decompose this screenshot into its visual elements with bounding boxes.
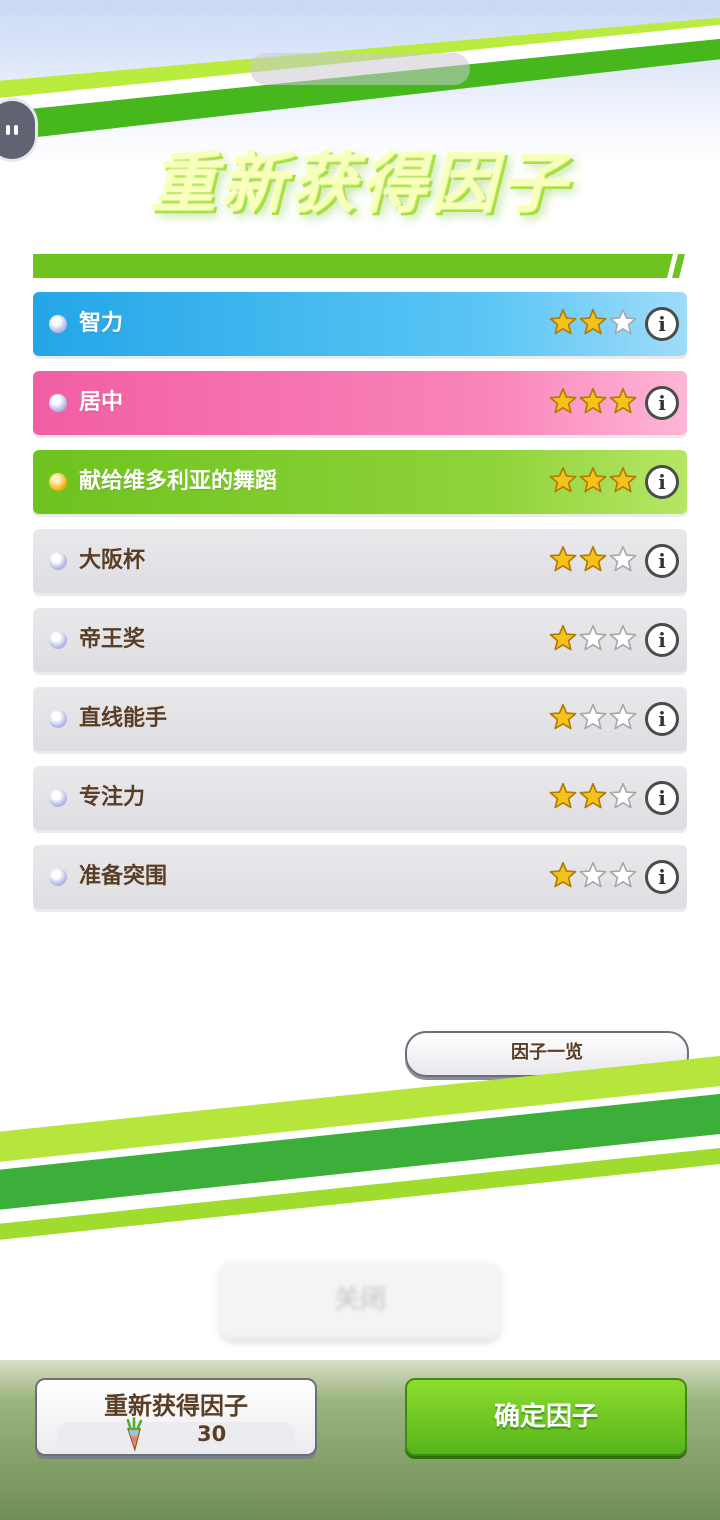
factor-name: 献给维多利亚的舞蹈 <box>79 469 278 494</box>
factor-row[interactable]: 准备突围 i <box>33 845 687 909</box>
factor-star-rating <box>549 624 637 654</box>
star-icon <box>609 782 637 809</box>
star-icon <box>579 782 607 809</box>
factor-name: 准备突围 <box>79 864 168 889</box>
factor-name: 专注力 <box>79 785 146 810</box>
info-icon[interactable]: i <box>645 386 679 420</box>
cost-bar <box>57 1422 295 1446</box>
factor-star-rating <box>549 466 637 496</box>
star-icon <box>549 624 577 651</box>
star-icon <box>609 466 637 493</box>
info-icon[interactable]: i <box>645 544 679 578</box>
info-icon[interactable]: i <box>645 702 679 736</box>
regain-button-label: 重新获得因子 <box>104 1392 248 1420</box>
factor-name: 智力 <box>79 311 124 336</box>
info-icon[interactable]: i <box>645 781 679 815</box>
factor-row[interactable]: 专注力 i <box>33 766 687 830</box>
factor-name: 大阪杯 <box>79 548 146 573</box>
star-icon <box>609 545 637 572</box>
factor-star-rating <box>549 782 637 812</box>
factor-star-rating <box>549 308 637 338</box>
regain-factor-button[interactable]: 重新获得因子 30 <box>35 1378 317 1456</box>
factor-orb-icon <box>49 394 67 412</box>
info-icon[interactable]: i <box>645 307 679 341</box>
status-pill <box>250 53 470 85</box>
star-icon <box>579 624 607 651</box>
star-icon <box>549 308 577 335</box>
star-icon <box>549 545 577 572</box>
factor-orb-icon <box>49 315 67 333</box>
info-icon[interactable]: i <box>645 860 679 894</box>
factor-name: 居中 <box>79 390 124 415</box>
list-header-bar <box>33 254 685 278</box>
factor-orb-icon <box>49 789 67 807</box>
factor-orb-icon <box>49 710 67 728</box>
factor-star-rating <box>549 545 637 575</box>
star-icon <box>609 624 637 651</box>
factor-row[interactable]: 直线能手 i <box>33 687 687 751</box>
info-icon[interactable]: i <box>645 623 679 657</box>
factor-star-rating <box>549 387 637 417</box>
factor-row[interactable]: 献给维多利亚的舞蹈 i <box>33 450 687 514</box>
star-icon <box>579 466 607 493</box>
star-icon <box>609 861 637 888</box>
factor-star-rating <box>549 703 637 733</box>
confirm-factor-button[interactable]: 确定因子 <box>405 1378 687 1456</box>
factor-row[interactable]: 帝王奖 i <box>33 608 687 672</box>
star-icon <box>549 861 577 888</box>
star-icon <box>579 703 607 730</box>
factor-row[interactable]: 大阪杯 i <box>33 529 687 593</box>
page-title: 重新获得因子 <box>150 145 570 222</box>
factor-star-rating <box>549 861 637 891</box>
star-icon <box>579 861 607 888</box>
star-icon <box>579 545 607 572</box>
factor-row[interactable]: 居中 i <box>33 371 687 435</box>
star-icon <box>609 387 637 414</box>
star-icon <box>579 308 607 335</box>
star-icon <box>549 703 577 730</box>
carrot-icon <box>126 1417 143 1452</box>
factor-orb-icon <box>49 552 67 570</box>
star-icon <box>579 387 607 414</box>
factor-orb-icon <box>49 631 67 649</box>
regain-cost: 30 <box>197 1422 227 1446</box>
close-button[interactable]: 关闭 <box>220 1262 500 1338</box>
factor-name: 帝王奖 <box>79 627 146 652</box>
star-icon <box>549 466 577 493</box>
factor-orb-icon <box>49 473 67 491</box>
info-icon[interactable]: i <box>645 465 679 499</box>
factor-orb-icon <box>49 868 67 886</box>
star-icon <box>609 703 637 730</box>
factor-row[interactable]: 智力 i <box>33 292 687 356</box>
star-icon <box>549 782 577 809</box>
star-icon <box>549 387 577 414</box>
star-icon <box>609 308 637 335</box>
factor-name: 直线能手 <box>79 706 168 731</box>
